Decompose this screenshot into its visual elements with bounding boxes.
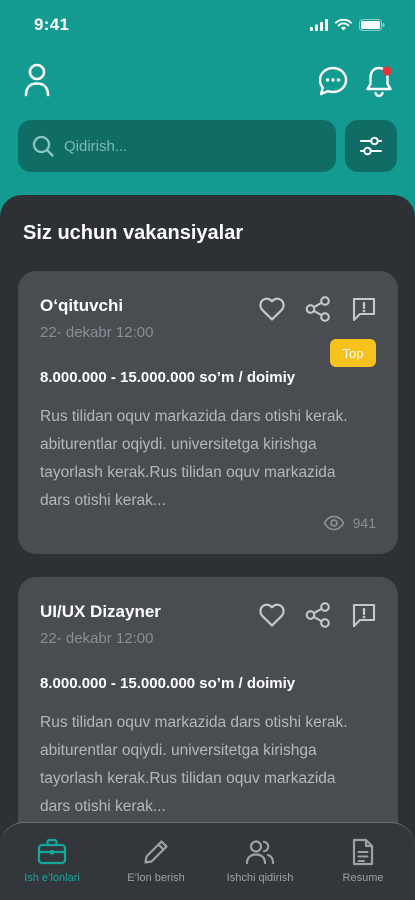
nav-label: Ish e’lonlari — [24, 872, 80, 884]
battery-icon — [359, 19, 385, 31]
status-time: 9:41 — [34, 15, 70, 34]
report-icon — [352, 603, 376, 628]
profile-button[interactable] — [20, 60, 54, 100]
nav-resume[interactable]: Resume — [328, 823, 398, 900]
top-badge: Top — [330, 339, 376, 367]
job-salary: 8.000.000 - 15.000.000 so’m / doimiy — [40, 369, 296, 386]
favorite-button[interactable] — [258, 295, 286, 323]
bottom-navigation: Ish e’lonlari E’lon berish Ishchi qidiri… — [0, 822, 415, 900]
search-input[interactable] — [64, 137, 304, 155]
job-title: UI/UX Dizayner — [40, 602, 161, 621]
job-date: 22- dekabr 12:00 — [40, 630, 154, 647]
share-icon — [305, 296, 330, 322]
briefcase-icon — [37, 838, 67, 865]
report-button[interactable] — [350, 295, 378, 323]
user-icon — [24, 63, 50, 97]
chat-bubble-icon — [318, 66, 348, 96]
sliders-icon — [360, 136, 382, 156]
search-bar[interactable] — [18, 120, 336, 172]
nav-label: E’lon berish — [127, 872, 185, 884]
nav-post-ad[interactable]: E’lon berish — [116, 823, 196, 900]
filter-button[interactable] — [345, 120, 397, 172]
wifi-icon — [335, 19, 352, 31]
signal-icon — [310, 19, 328, 31]
nav-label: Ishchi qidirish — [226, 872, 294, 884]
job-salary: 8.000.000 - 15.000.000 so’m / doimiy — [40, 675, 296, 692]
views-number: 941 — [352, 515, 376, 531]
document-icon — [352, 838, 374, 866]
report-button[interactable] — [350, 601, 378, 629]
share-icon — [305, 602, 330, 628]
heart-icon — [259, 297, 285, 321]
eye-icon — [323, 515, 345, 531]
card-actions — [258, 295, 378, 323]
users-icon — [245, 840, 275, 865]
job-date: 22- dekabr 12:00 — [40, 324, 154, 341]
vacancies-sheet: Siz uchun vakansiyalar O‘qituvchi 22- de… — [0, 195, 415, 900]
heart-icon — [259, 603, 285, 627]
views-count: 941 — [323, 515, 376, 531]
job-title: O‘qituvchi — [40, 296, 124, 315]
section-title: Siz uchun vakansiyalar — [23, 222, 244, 244]
share-button[interactable] — [304, 601, 332, 629]
status-bar: 9:41 — [0, 0, 415, 50]
search-icon — [32, 135, 54, 157]
messages-button[interactable] — [314, 62, 352, 100]
nav-job-listings[interactable]: Ish e’lonlari — [14, 823, 90, 900]
job-description: Rus tilidan oquv markazida dars otishi k… — [40, 408, 348, 509]
vacancy-card[interactable]: O‘qituvchi 22- dekabr 12:00 Top 8.000.00… — [18, 271, 398, 554]
card-actions — [258, 601, 378, 629]
favorite-button[interactable] — [258, 601, 286, 629]
nav-label: Resume — [342, 872, 384, 884]
system-icons — [310, 19, 385, 31]
report-icon — [352, 297, 376, 322]
app-header — [0, 58, 415, 104]
job-description: Rus tilidan oquv markazida dars otishi k… — [40, 714, 348, 815]
notification-dot — [382, 66, 392, 76]
share-button[interactable] — [304, 295, 332, 323]
nav-find-worker[interactable]: Ishchi qidirish — [214, 823, 306, 900]
notifications-button[interactable] — [362, 61, 396, 101]
bell-icon — [366, 66, 392, 98]
pencil-icon — [144, 840, 168, 864]
